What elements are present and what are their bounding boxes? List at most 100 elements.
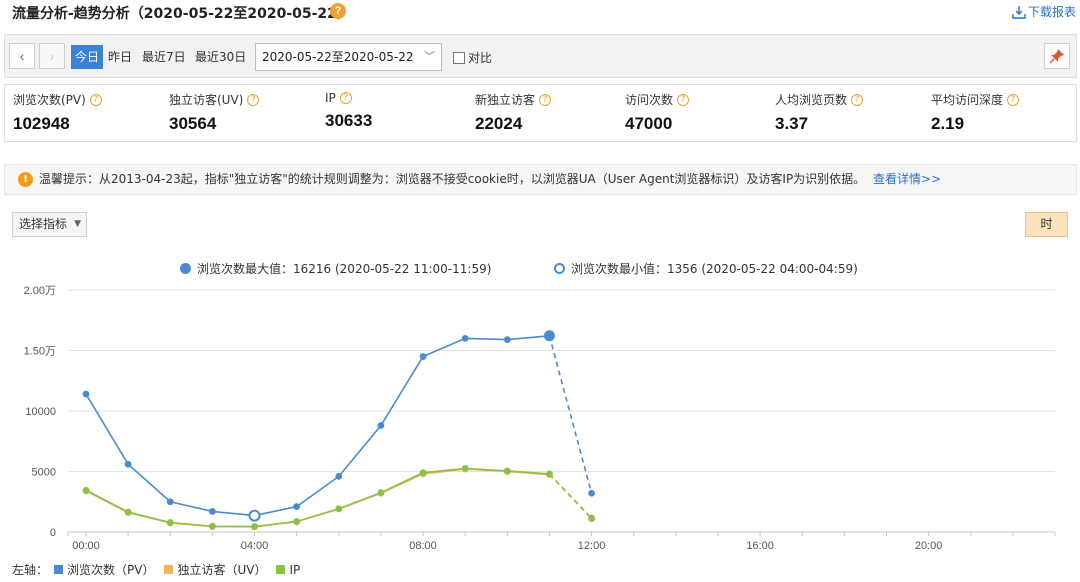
notice-icon: ! (18, 172, 33, 187)
prev-date-button[interactable]: ‹ (9, 43, 35, 69)
legend-label: 浏览次数（PV） (67, 563, 155, 577)
trend-chart: 0 5000 10000 1.50万 2.00万 00:00 04:00 08:00 12:00… (24, 285, 1056, 552)
hour-granularity-button[interactable]: 时 (1025, 212, 1068, 237)
help-icon[interactable]: ? (539, 93, 552, 106)
metric-value: 2.19 (931, 114, 965, 133)
series-legend: 左轴： 浏览次数（PV） 独立访客（UV） IP (12, 561, 310, 578)
caret-down-icon: ▼ (74, 219, 81, 229)
metric-select[interactable]: 选择指标 ▼ (12, 212, 87, 237)
tab-today[interactable]: 今日 (71, 45, 104, 69)
legend-swatch (54, 565, 64, 574)
x-tick-label: 08:00 (409, 540, 437, 552)
metric-select-label: 选择指标 (19, 217, 68, 231)
help-icon[interactable]: ? (339, 92, 352, 104)
metric-label: IP (325, 91, 336, 105)
data-point (293, 518, 301, 525)
metric-pages-per-user: 人均浏览页数? 3.37 (775, 91, 864, 134)
data-point (293, 503, 301, 510)
tab-yesterday[interactable]: 昨日 (108, 45, 132, 69)
help-icon[interactable]: ? (89, 93, 102, 106)
data-point (546, 470, 553, 478)
help-icon[interactable]: ? (1007, 93, 1020, 106)
legend-item-ip[interactable]: IP (276, 563, 300, 577)
hollow-dot-icon (554, 263, 565, 274)
metric-value: 30564 (169, 114, 217, 133)
metric-label: 独立访客(UV) (169, 93, 244, 107)
x-tick-label: 00:00 (72, 540, 100, 552)
data-point (335, 505, 343, 513)
help-icon[interactable]: ? (851, 93, 864, 106)
data-point (82, 486, 90, 494)
data-point (461, 465, 469, 472)
x-tick-label: 20:00 (915, 540, 943, 552)
left-axis-label: 左轴： (12, 563, 49, 577)
download-label: 下载报表 (1027, 5, 1076, 19)
metric-visits: 访问次数? 47000 (625, 91, 690, 134)
date-range-select[interactable]: 2020-05-22至2020-05-22 ﹀ (255, 43, 442, 71)
data-point (208, 508, 216, 515)
download-icon (1012, 5, 1026, 19)
legend-item-uv[interactable]: 独立访客（UV） (164, 561, 266, 578)
data-point (543, 330, 555, 342)
data-point (503, 467, 511, 475)
download-report-link[interactable]: 下载报表 (1012, 3, 1076, 20)
y-tick-label: 5000 (32, 467, 56, 479)
series-line (85, 334, 550, 517)
date-toolbar: ‹ › 今日 昨日 最近7日 最近30日 2020-05-22至2020-05-… (4, 34, 1077, 78)
data-point (461, 335, 469, 342)
data-point (82, 390, 90, 398)
series-line-projected (548, 335, 593, 494)
filled-dot-icon (180, 263, 191, 274)
metric-avg-depth: 平均访问深度? 2.19 (931, 91, 1020, 134)
chevron-down-icon: ﹀ (424, 50, 435, 63)
legend-label: IP (289, 562, 301, 577)
metric-pv: 浏览次数(PV)? 102948 (13, 91, 102, 134)
notice-detail-link[interactable]: 查看详情>> (873, 172, 941, 186)
tab-last-7-days[interactable]: 最近7日 (142, 45, 186, 69)
metric-label: 平均访问深度 (931, 93, 1004, 107)
min-value-label: 浏览次数最小值：1356 (2020-05-22 04:00-04:59) (571, 262, 858, 276)
data-point (377, 489, 385, 497)
x-tick-label: 04:00 (241, 540, 269, 552)
metric-value: 102948 (13, 114, 70, 133)
help-icon[interactable]: ? (677, 93, 690, 106)
data-point (588, 489, 595, 497)
metric-label: 人均浏览页数 (775, 93, 848, 107)
page-title: 流量分析-趋势分析（2020-05-22至2020-05-22） (12, 6, 351, 22)
data-point (248, 509, 261, 522)
help-icon[interactable]: ? (330, 3, 346, 19)
metric-uv: 独立访客(UV)? 30564 (169, 91, 260, 134)
data-point (419, 469, 427, 477)
legend-swatch (276, 565, 286, 574)
compare-toggle[interactable]: 对比 (453, 49, 492, 66)
metric-label: 访问次数 (625, 93, 674, 107)
metric-value: 3.37 (775, 114, 809, 133)
date-range-value: 2020-05-22至2020-05-22 (262, 50, 414, 64)
metric-new-uv: 新独立访客? 22024 (475, 91, 552, 134)
data-point (503, 336, 511, 344)
notice-banner: ! 温馨提示：从2013-04-23起，指标"独立访客"的统计规则调整为：浏览器… (4, 164, 1077, 195)
data-point (377, 422, 385, 429)
legend-label: 独立访客（UV） (177, 563, 267, 577)
data-point (166, 519, 174, 526)
series-line (85, 467, 550, 528)
legend-swatch (164, 565, 174, 574)
tab-last-30-days[interactable]: 最近30日 (195, 45, 246, 69)
compare-checkbox[interactable] (453, 51, 465, 64)
data-point (166, 498, 174, 506)
help-icon[interactable]: ? (247, 93, 260, 106)
metric-value: 47000 (625, 114, 673, 133)
data-point (124, 508, 132, 516)
data-point (335, 472, 343, 480)
legend-item-pv[interactable]: 浏览次数（PV） (54, 561, 154, 578)
x-tick-label: 16:00 (746, 540, 774, 552)
metric-value: 22024 (475, 114, 523, 133)
metric-label: 新独立访客 (475, 93, 536, 107)
data-point (588, 514, 595, 522)
y-tick-label: 2.00万 (24, 285, 56, 297)
min-value-legend: 浏览次数最小值：1356 (2020-05-22 04:00-04:59) (554, 260, 858, 277)
pin-button[interactable] (1044, 43, 1070, 69)
next-date-button[interactable]: › (39, 43, 65, 69)
y-tick-label: 10000 (25, 406, 56, 418)
title-bar: 流量分析-趋势分析（2020-05-22至2020-05-22） ? 下载报表 (0, 0, 1080, 22)
